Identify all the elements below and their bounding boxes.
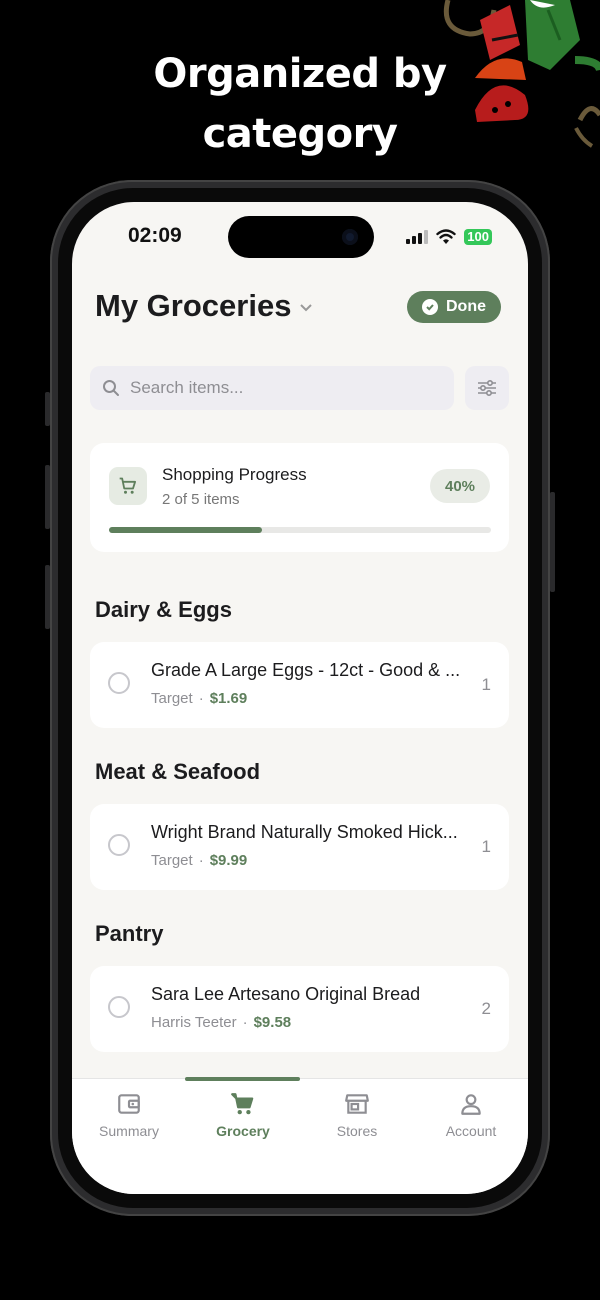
status-time: 02:09 [128, 224, 182, 247]
item-checkbox[interactable] [108, 996, 130, 1018]
tab-stores[interactable]: Stores [300, 1091, 414, 1139]
item-quantity: 1 [481, 675, 491, 694]
dynamic-island [228, 216, 374, 258]
tab-label: Account [445, 1123, 497, 1139]
item-price: $1.69 [209, 690, 248, 707]
tab-account[interactable]: Account [414, 1091, 528, 1139]
grocery-item[interactable]: Wright Brand Naturally Smoked Hick... Ta… [90, 804, 509, 890]
cart-icon [119, 477, 136, 494]
item-name: Grade A Large Eggs - 12ct - Good & ... [151, 660, 461, 680]
item-name: Sara Lee Artesano Original Bread [151, 984, 421, 1004]
search-icon [103, 380, 119, 396]
search-bar[interactable] [90, 366, 454, 410]
item-meta: Harris Teeter · $9.58 [151, 1014, 292, 1031]
grocery-item[interactable]: Grade A Large Eggs - 12ct - Good & ... T… [90, 642, 509, 728]
checkmark-circle-icon [422, 299, 438, 315]
item-name: Wright Brand Naturally Smoked Hick... [151, 822, 458, 842]
wifi-icon [436, 229, 456, 244]
cellular-signal-icon [406, 230, 429, 244]
chevron-down-icon [300, 304, 313, 312]
done-button[interactable]: Done [407, 291, 501, 323]
item-store: Target [151, 852, 193, 869]
battery-indicator: 100 [464, 229, 492, 245]
item-price: $9.99 [209, 852, 248, 869]
person-icon [461, 1094, 481, 1115]
status-icons: 100 [406, 226, 492, 248]
done-label: Done [446, 298, 486, 315]
progress-title: Shopping Progress [162, 465, 307, 484]
item-meta: Target · $1.69 [151, 690, 248, 707]
wallet-icon [118, 1094, 140, 1114]
item-checkbox[interactable] [108, 672, 130, 694]
tab-label: Stores [336, 1123, 378, 1139]
filter-button[interactable] [465, 366, 509, 410]
item-meta: Target · $9.99 [151, 852, 248, 869]
tab-label: Summary [99, 1123, 159, 1139]
decorative-vegetables-illustration [443, 0, 600, 148]
phone-volume-down-button [45, 565, 50, 629]
item-store: Harris Teeter [151, 1014, 237, 1031]
section-title-dairy-eggs: Dairy & Eggs [95, 597, 232, 622]
tab-bar: Summary Grocery Stores Account [72, 1077, 528, 1194]
shopping-progress-card: Shopping Progress 2 of 5 items 40% [90, 443, 509, 552]
app-screen: 02:09 100 My Groceries Done Search items… [72, 202, 528, 1194]
item-store: Target [151, 690, 193, 707]
progress-cart-badge [109, 467, 147, 505]
item-price: $9.58 [253, 1014, 292, 1031]
progress-percent-badge: 40% [430, 469, 490, 503]
item-checkbox[interactable] [108, 834, 130, 856]
store-icon [345, 1094, 369, 1114]
item-quantity: 1 [481, 837, 491, 856]
front-camera [342, 229, 358, 245]
tab-summary[interactable]: Summary [72, 1091, 186, 1139]
phone-action-button [45, 392, 50, 426]
page-title: My Groceries [95, 288, 292, 323]
sliders-icon [478, 379, 496, 397]
list-selector[interactable]: My Groceries [95, 288, 313, 324]
phone-power-button [550, 492, 555, 592]
active-tab-indicator [185, 1077, 300, 1081]
progress-subtitle: 2 of 5 items [162, 491, 240, 508]
grocery-item[interactable]: Sara Lee Artesano Original Bread Harris … [90, 966, 509, 1052]
section-title-pantry: Pantry [95, 921, 164, 946]
tab-label: Grocery [216, 1123, 270, 1139]
search-input[interactable] [128, 377, 432, 399]
progress-bar [109, 527, 491, 533]
cart-icon [231, 1093, 254, 1115]
tab-grocery[interactable]: Grocery [186, 1091, 300, 1139]
item-quantity: 2 [481, 999, 491, 1018]
phone-volume-up-button [45, 465, 50, 529]
progress-bar-fill [109, 527, 262, 533]
section-title-meat-seafood: Meat & Seafood [95, 759, 261, 784]
